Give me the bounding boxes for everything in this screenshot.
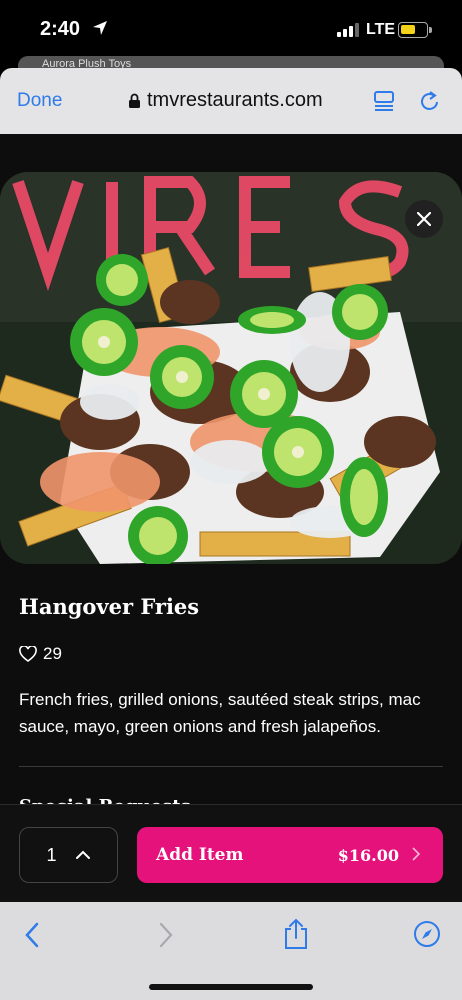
home-indicator [149, 984, 313, 990]
url-text: tmvrestaurants.com [147, 89, 323, 111]
status-bar: 2:40 LTE [0, 0, 462, 60]
network-label: LTE [366, 21, 396, 38]
signal-icon [337, 23, 359, 37]
close-icon [417, 212, 431, 226]
quantity-value: 1 [46, 844, 57, 865]
close-button[interactable] [405, 200, 443, 238]
done-button[interactable]: Done [17, 90, 62, 112]
likes-count: 29 [43, 644, 62, 663]
add-item-button[interactable]: Add Item $16.00 [137, 827, 443, 883]
item-photo [0, 172, 462, 564]
battery-icon [398, 22, 432, 38]
url-bar[interactable]: tmvrestaurants.com [128, 89, 323, 112]
add-to-cart-bar: 1 Add Item $16.00 [0, 804, 462, 902]
special-requests-heading: Special Requests [19, 796, 191, 804]
heart-icon [19, 646, 37, 662]
divider [19, 766, 443, 767]
item-title: Hangover Fries [19, 594, 200, 619]
browser-header: Done tmvrestaurants.com [0, 68, 462, 134]
quantity-stepper[interactable]: 1 [19, 827, 118, 883]
item-description: French fries, grilled onions, sautéed st… [19, 690, 421, 736]
location-arrow-icon [93, 21, 107, 35]
share-icon[interactable] [283, 918, 309, 950]
chevron-up-icon[interactable] [75, 850, 91, 860]
browser-toolbar [0, 902, 462, 1000]
add-item-label: Add Item [156, 845, 244, 865]
likes[interactable]: 29 [19, 644, 62, 664]
item-detail: Hangover Fries 29 French fries, grilled … [0, 134, 462, 804]
back-icon[interactable] [24, 922, 40, 948]
chevron-right-icon [412, 847, 421, 861]
reader-icon[interactable] [373, 90, 395, 112]
lock-icon [129, 93, 140, 108]
item-price: $16.00 [337, 846, 399, 865]
forward-icon[interactable] [158, 922, 174, 948]
status-time: 2:40 [40, 18, 81, 40]
compass-icon[interactable] [413, 920, 441, 948]
reload-icon[interactable] [418, 88, 442, 114]
